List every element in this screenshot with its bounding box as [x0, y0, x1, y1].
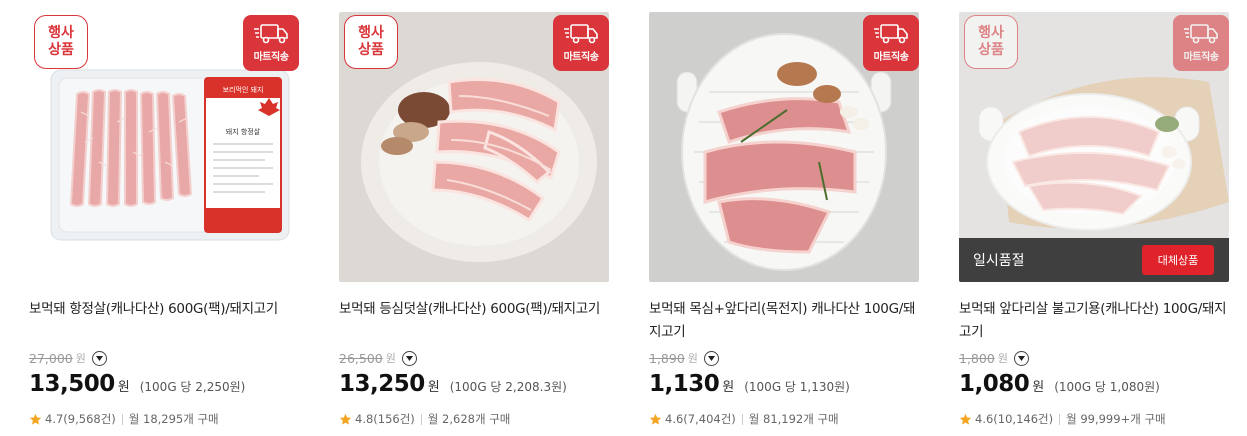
- original-price-unit: 원: [385, 352, 396, 365]
- rating[interactable]: 4.7(9,568건): [45, 411, 116, 427]
- delivery-truck-icon: [1184, 24, 1218, 44]
- soldout-label: 일시품절: [973, 253, 1025, 269]
- monthly-sales: 월 99,999+개 구매: [1066, 412, 1166, 426]
- svg-text:돼지 항정살: 돼지 항정살: [226, 127, 261, 136]
- review-row: 4.8(156건) 월 2,628개 구매: [339, 411, 609, 427]
- product-title[interactable]: 보먹돼 항정살(캐나다산) 600G(팩)/돼지고기: [29, 298, 299, 344]
- delivery-truck-icon: [254, 24, 288, 44]
- original-price: 1,890: [649, 350, 685, 366]
- rating[interactable]: 4.6(10,146건): [975, 411, 1053, 427]
- star-icon: [29, 413, 42, 425]
- mart-delivery-badge: 마트직송: [863, 15, 919, 71]
- product-image[interactable]: 행사 상품 마트직송: [339, 12, 609, 282]
- mart-delivery-label: 마트직송: [253, 52, 289, 63]
- product-image[interactable]: 마트직송: [649, 12, 919, 282]
- product-title[interactable]: 보먹돼 앞다리살 불고기용(캐나다산) 100G/돼지고기: [959, 298, 1229, 344]
- event-badge: 행사 상품: [34, 15, 88, 69]
- original-price-unit: 원: [997, 352, 1008, 365]
- sale-price-unit: 원: [1032, 380, 1045, 395]
- review-row: 4.6(10,146건) 월 99,999+개 구매: [959, 411, 1229, 427]
- unit-price: (100G 당 1,080원): [1054, 380, 1160, 394]
- sale-price: 1,080: [959, 371, 1030, 397]
- replacement-product-button[interactable]: 대체상품: [1142, 245, 1214, 275]
- price-row: 13,250 원 (100G 당 2,208.3원): [339, 371, 609, 403]
- price-row: 13,500 원 (100G 당 2,250원): [29, 371, 299, 403]
- star-icon: [339, 413, 352, 425]
- original-price-row: 26,500 원: [339, 349, 609, 367]
- original-price-unit: 원: [687, 352, 698, 365]
- sale-price: 13,250: [339, 371, 425, 397]
- original-price-row: 1,890 원: [649, 349, 919, 367]
- product-image[interactable]: 보리먹인 돼지 돼지 항정살 행사 상품 마트직송: [29, 12, 299, 282]
- sale-price: 1,130: [649, 371, 720, 397]
- price-info-button[interactable]: [91, 350, 107, 366]
- original-price-row: 1,800 원: [959, 349, 1229, 367]
- product-card[interactable]: 행사 상품 마트직송 보먹돼 등심덧살(캐나다산) 600G(팩)/돼지고기 2…: [339, 12, 609, 436]
- monthly-sales: 월 2,628개 구매: [427, 412, 511, 426]
- product-card[interactable]: 마트직송 보먹돼 목심+앞다리(목전지) 캐나다산 100G/돼지고기 1,89…: [649, 12, 919, 436]
- price-info-button[interactable]: [1013, 350, 1029, 366]
- mart-delivery-label: 마트직송: [1183, 52, 1219, 63]
- chevron-down-icon: [405, 355, 413, 361]
- product-card[interactable]: 행사 상품 마트직송 일시품절 대체상품 보먹돼 앞다리살 불고기용(캐나다산)…: [959, 12, 1229, 436]
- sale-price-unit: 원: [427, 380, 440, 395]
- divider: [121, 413, 123, 425]
- price-row: 1,130 원 (100G 당 1,130원): [649, 371, 919, 403]
- mart-delivery-badge: 마트직송: [243, 15, 299, 71]
- original-price-row: 27,000 원: [29, 349, 299, 367]
- mart-delivery-label: 마트직송: [873, 52, 909, 63]
- original-price: 27,000: [29, 350, 73, 366]
- event-badge: 행사 상품: [344, 15, 398, 69]
- chevron-down-icon: [95, 355, 103, 361]
- original-price-unit: 원: [75, 352, 86, 365]
- product-grid: 보리먹인 돼지 돼지 항정살 행사 상품 마트직송 보먹돼 항정살(캐나다산) …: [0, 0, 1247, 436]
- unit-price: (100G 당 2,250원): [139, 380, 246, 394]
- chevron-down-icon: [707, 355, 715, 361]
- event-badge: 행사 상품: [964, 15, 1018, 69]
- unit-price: (100G 당 2,208.3원): [449, 380, 567, 394]
- original-price: 1,800: [959, 350, 995, 366]
- price-info-button[interactable]: [401, 350, 417, 366]
- product-title[interactable]: 보먹돼 등심덧살(캐나다산) 600G(팩)/돼지고기: [339, 298, 609, 344]
- product-card[interactable]: 보리먹인 돼지 돼지 항정살 행사 상품 마트직송 보먹돼 항정살(캐나다산) …: [29, 12, 299, 436]
- rating[interactable]: 4.6(7,404건): [665, 411, 736, 427]
- product-image[interactable]: 행사 상품 마트직송 일시품절 대체상품: [959, 12, 1229, 282]
- rating[interactable]: 4.8(156건): [355, 411, 415, 427]
- star-icon: [649, 413, 662, 425]
- mart-delivery-badge: 마트직송: [553, 15, 609, 71]
- monthly-sales: 월 18,295개 구매: [128, 412, 219, 426]
- price-info-button[interactable]: [703, 350, 719, 366]
- product-title[interactable]: 보먹돼 목심+앞다리(목전지) 캐나다산 100G/돼지고기: [649, 298, 919, 344]
- monthly-sales: 월 81,192개 구매: [748, 412, 839, 426]
- delivery-truck-icon: [564, 24, 598, 44]
- divider: [741, 413, 743, 425]
- star-icon: [959, 413, 972, 425]
- soldout-bar: 일시품절 대체상품: [959, 238, 1229, 282]
- review-row: 4.6(7,404건) 월 81,192개 구매: [649, 411, 919, 427]
- divider: [420, 413, 422, 425]
- delivery-truck-icon: [874, 24, 908, 44]
- sale-price: 13,500: [29, 371, 115, 397]
- divider: [1059, 413, 1061, 425]
- mart-delivery-badge: 마트직송: [1173, 15, 1229, 71]
- svg-text:보리먹인 돼지: 보리먹인 돼지: [223, 85, 264, 94]
- unit-price: (100G 당 1,130원): [744, 380, 850, 394]
- chevron-down-icon: [1017, 355, 1025, 361]
- sale-price-unit: 원: [722, 380, 735, 395]
- mart-delivery-label: 마트직송: [563, 52, 599, 63]
- review-row: 4.7(9,568건) 월 18,295개 구매: [29, 411, 299, 427]
- sale-price-unit: 원: [117, 380, 130, 395]
- price-row: 1,080 원 (100G 당 1,080원): [959, 371, 1229, 403]
- original-price: 26,500: [339, 350, 383, 366]
